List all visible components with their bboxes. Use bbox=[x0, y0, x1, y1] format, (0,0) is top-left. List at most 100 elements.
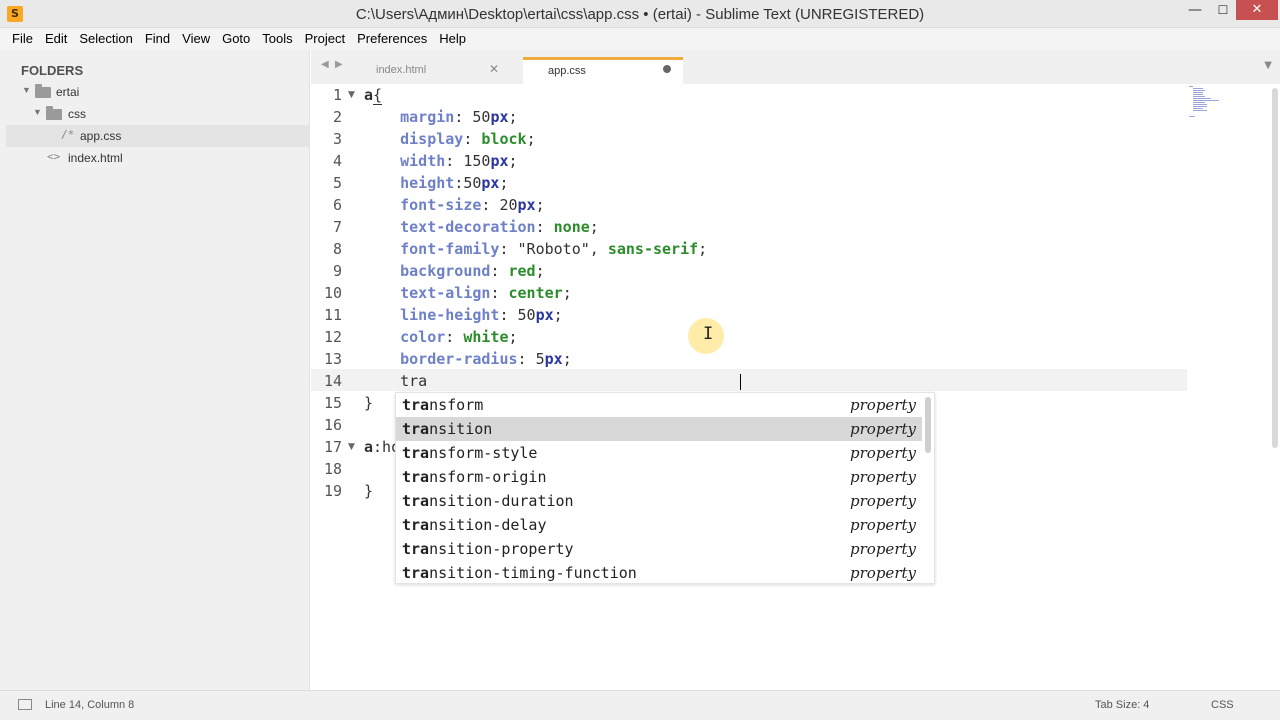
minimap-line bbox=[1193, 100, 1219, 101]
css-property: text-decoration bbox=[400, 218, 536, 236]
css-property: font-size bbox=[400, 196, 482, 214]
autocomplete-label: transition-timing-function bbox=[402, 564, 637, 582]
menu-project[interactable]: Project bbox=[299, 28, 351, 50]
panel-toggle-icon[interactable] bbox=[18, 699, 32, 710]
sidebar-item-app-css[interactable]: /* app.css bbox=[6, 125, 310, 147]
autocomplete-label: transition-property bbox=[402, 540, 574, 558]
minimap[interactable] bbox=[1187, 84, 1267, 124]
sidebar-item-ertai[interactable]: ▼ ertai bbox=[6, 81, 310, 103]
menu-help[interactable]: Help bbox=[433, 28, 472, 50]
autocomplete-scrollbar[interactable] bbox=[925, 397, 931, 453]
code-line-19: } bbox=[364, 482, 373, 500]
minimap-line bbox=[1189, 86, 1193, 87]
tab-index-html[interactable]: index.html ✕ bbox=[351, 57, 511, 85]
css-value: red bbox=[508, 262, 536, 280]
code-line-7: text-decoration: none; bbox=[400, 218, 599, 236]
sidebar-item-css[interactable]: ▼ css bbox=[6, 103, 310, 125]
css-value: sans-serif bbox=[607, 240, 699, 258]
status-bar: Line 14, Column 8 Tab Size: 4 CSS bbox=[0, 690, 1280, 720]
code-line-6: font-size: 20px; bbox=[400, 196, 545, 214]
expand-arrow-icon[interactable]: ▼ bbox=[33, 107, 42, 117]
menu-preferences[interactable]: Preferences bbox=[351, 28, 433, 50]
css-number: 150 bbox=[463, 152, 491, 170]
autocomplete-item[interactable]: transition-duration property bbox=[396, 489, 922, 513]
code-line-2: margin: 50px; bbox=[400, 108, 518, 126]
menu-goto[interactable]: Goto bbox=[216, 28, 256, 50]
code-line-4: width: 150px; bbox=[400, 152, 518, 170]
folder-icon bbox=[35, 84, 51, 98]
tab-close-icon[interactable]: ✕ bbox=[489, 62, 499, 76]
autocomplete-item-selected[interactable]: transition property bbox=[396, 417, 922, 441]
autocomplete-kind: property bbox=[850, 492, 916, 510]
minimap-line bbox=[1189, 116, 1195, 117]
css-property: text-align bbox=[400, 284, 491, 302]
maximize-button[interactable]: ☐ bbox=[1210, 3, 1236, 23]
css-unit: px bbox=[517, 196, 536, 214]
folders-heading: FOLDERS bbox=[21, 63, 84, 78]
code-line-13: border-radius: 5px; bbox=[400, 350, 572, 368]
autocomplete-item[interactable]: transform-style property bbox=[396, 441, 922, 465]
css-property: height bbox=[400, 174, 455, 192]
autocomplete-label: transform bbox=[402, 396, 484, 414]
minimap-line bbox=[1193, 96, 1205, 97]
css-property: border-radius bbox=[400, 350, 518, 368]
menu-find[interactable]: Find bbox=[139, 28, 176, 50]
code-line-11: line-height: 50px; bbox=[400, 306, 563, 324]
minimize-button[interactable]: — bbox=[1180, 2, 1210, 22]
sidebar-item-label: ertai bbox=[56, 85, 80, 99]
sidebar-item-index-html[interactable]: <> index.html bbox=[6, 147, 310, 169]
html-file-icon: <> bbox=[47, 150, 61, 163]
autocomplete-item[interactable]: transition-timing-function property bbox=[396, 561, 922, 585]
css-unit: px bbox=[544, 350, 563, 368]
autocomplete-item[interactable]: transform property bbox=[396, 393, 922, 417]
autocomplete-kind: property bbox=[850, 564, 916, 582]
menu-view[interactable]: View bbox=[176, 28, 216, 50]
tab-scroll-right-icon[interactable]: ▶ bbox=[335, 59, 343, 70]
minimap-line bbox=[1193, 92, 1203, 93]
autocomplete-label: transition bbox=[402, 420, 493, 438]
code-line-9: background: red; bbox=[400, 262, 545, 280]
autocomplete-kind: property bbox=[850, 396, 916, 414]
code-editor[interactable]: 1 2 3 4 5 6 7 8 9 10 11 12 13 14 15 16 1… bbox=[311, 84, 1280, 690]
css-number: 50 bbox=[517, 306, 536, 324]
line-number: 10 bbox=[323, 284, 342, 302]
minimap-line bbox=[1193, 98, 1211, 99]
current-line-highlight bbox=[311, 369, 1187, 391]
css-property: line-height bbox=[400, 306, 500, 324]
autocomplete-kind: property bbox=[850, 468, 916, 486]
brace: { bbox=[373, 86, 383, 105]
syntax-selector[interactable]: CSS bbox=[1211, 699, 1234, 711]
menu-edit[interactable]: Edit bbox=[39, 28, 73, 50]
fold-arrow-icon[interactable]: ▼ bbox=[348, 90, 355, 100]
window-title: C:\Users\Админ\Desktop\ertai\css\app.css… bbox=[355, 6, 925, 23]
line-number: 4 bbox=[332, 152, 342, 170]
fold-arrow-icon[interactable]: ▼ bbox=[348, 442, 355, 452]
close-window-button[interactable]: ✕ bbox=[1236, 0, 1278, 20]
sidebar-item-label: app.css bbox=[80, 129, 122, 143]
autocomplete-label: transform-style bbox=[402, 444, 538, 462]
sidebar: FOLDERS ▼ ertai ▼ css /* app.css <> inde… bbox=[0, 50, 310, 690]
line-number: 3 bbox=[332, 130, 342, 148]
css-number: 5 bbox=[535, 350, 545, 368]
menu-tools[interactable]: Tools bbox=[256, 28, 298, 50]
css-unit: px bbox=[490, 108, 509, 126]
line-number: 5 bbox=[332, 174, 342, 192]
autocomplete-item[interactable]: transform-origin property bbox=[396, 465, 922, 489]
code-line-14: tra bbox=[364, 372, 427, 390]
tab-scroll-left-icon[interactable]: ◀ bbox=[321, 59, 329, 70]
menu-file[interactable]: File bbox=[6, 28, 39, 50]
unsaved-dot-icon[interactable] bbox=[663, 65, 671, 73]
autocomplete-item[interactable]: transition-property property bbox=[396, 537, 922, 561]
css-property: font-family bbox=[400, 240, 500, 258]
autocomplete-item[interactable]: transition-delay property bbox=[396, 513, 922, 537]
tab-list-dropdown-icon[interactable]: ▼ bbox=[1264, 60, 1272, 71]
expand-arrow-icon[interactable]: ▼ bbox=[22, 85, 31, 95]
menu-selection[interactable]: Selection bbox=[73, 28, 138, 50]
line-number: 18 bbox=[323, 460, 342, 478]
tab-size-selector[interactable]: Tab Size: 4 bbox=[1095, 699, 1149, 711]
css-property: display bbox=[400, 130, 464, 148]
tab-app-css[interactable]: app.css bbox=[523, 57, 683, 85]
line-number: 17 bbox=[323, 438, 342, 456]
code-line-3: display: block; bbox=[400, 130, 536, 148]
vertical-scrollbar[interactable] bbox=[1272, 88, 1278, 448]
